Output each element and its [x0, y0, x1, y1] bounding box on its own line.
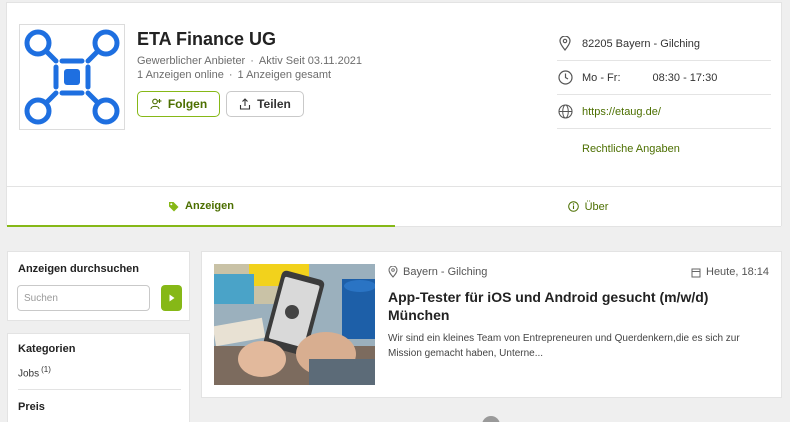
meta-separator: · [228, 69, 233, 81]
category-item-jobs[interactable]: Jobs (1) [18, 365, 51, 379]
listing-date: Heute, 18:14 [691, 266, 769, 278]
listing-location-text: Bayern - Gilching [403, 266, 488, 278]
search-panel: Anzeigen durchsuchen [7, 251, 190, 321]
website-link[interactable]: https://etaug.de/ [582, 106, 661, 118]
play-arrow-icon [169, 294, 174, 302]
location-row: 82205 Bayern - Gilching [557, 27, 771, 61]
listing-title[interactable]: App-Tester für iOS und Android gesucht (… [388, 288, 768, 324]
hours-time: 08:30 - 17:30 [652, 71, 718, 84]
category-label: Jobs [18, 368, 40, 380]
search-input[interactable] [17, 285, 150, 311]
listing-location: Bayern - Gilching [388, 266, 487, 278]
seller-meta: Gewerblicher Anbieter · Aktiv Seit 03.11.2… [137, 55, 362, 67]
share-label: Teilen [257, 97, 291, 111]
follow-label: Folgen [167, 97, 208, 111]
category-count: (1) [41, 365, 51, 374]
hours-row: Mo - Fr: 08:30 - 17:30 [557, 61, 771, 95]
seller-type: Gewerblicher Anbieter [137, 55, 246, 67]
globe-icon [557, 104, 573, 120]
calendar-icon [691, 268, 701, 277]
profile-tabs: Anzeigen Über [6, 186, 782, 227]
company-name: ETA Finance UG [137, 29, 277, 49]
location-text: 82205 Bayern - Gilching [582, 37, 701, 50]
map-pin-icon [557, 36, 573, 52]
ads-count: 1 Anzeigen online · 1 Anzeigen gesamt [137, 69, 331, 81]
map-pin-icon [388, 266, 398, 278]
search-submit-button[interactable] [161, 285, 182, 311]
company-logo [19, 24, 125, 130]
info-icon [567, 201, 579, 212]
website-row: https://etaug.de/ [557, 95, 771, 129]
listing-description: Wir sind ein kleines Team von Entreprene… [388, 333, 740, 359]
listing-date-text: Heute, 18:14 [706, 266, 769, 278]
divider [18, 389, 181, 390]
share-icon [240, 98, 251, 110]
listing-card[interactable]: Bayern - Gilching Heute, 18:14 App-Teste… [201, 251, 782, 398]
legal-info-link[interactable]: Rechtliche Angaben [582, 143, 680, 155]
meta-separator: · [250, 55, 254, 67]
ads-total: 1 Anzeigen gesamt [237, 69, 332, 81]
profile-card: ETA Finance UG Gewerblicher Anbieter · Akt… [6, 2, 782, 186]
categories-title: Kategorien [18, 343, 76, 355]
category-panel: Kategorien Jobs (1) Preis [7, 333, 190, 422]
tab-about-label: Über [584, 200, 609, 213]
network-logo-icon [24, 29, 120, 125]
listing-image[interactable] [214, 264, 375, 385]
follow-button[interactable]: Folgen [137, 91, 220, 117]
clock-icon [557, 70, 573, 86]
ads-online: 1 Anzeigen online [137, 69, 224, 81]
price-title: Preis [18, 401, 45, 413]
tab-ads[interactable]: Anzeigen [7, 187, 395, 227]
tag-icon [169, 201, 179, 211]
share-button[interactable]: Teilen [226, 91, 304, 117]
hours-days: Mo - Fr: [582, 71, 621, 84]
tab-ads-label: Anzeigen [185, 200, 234, 212]
user-plus-icon [150, 98, 162, 110]
search-panel-title: Anzeigen durchsuchen [18, 263, 140, 275]
scroll-indicator[interactable] [482, 416, 500, 422]
tab-about[interactable]: Über [395, 187, 781, 227]
active-since: Aktiv Seit 03.11.2021 [258, 55, 363, 67]
